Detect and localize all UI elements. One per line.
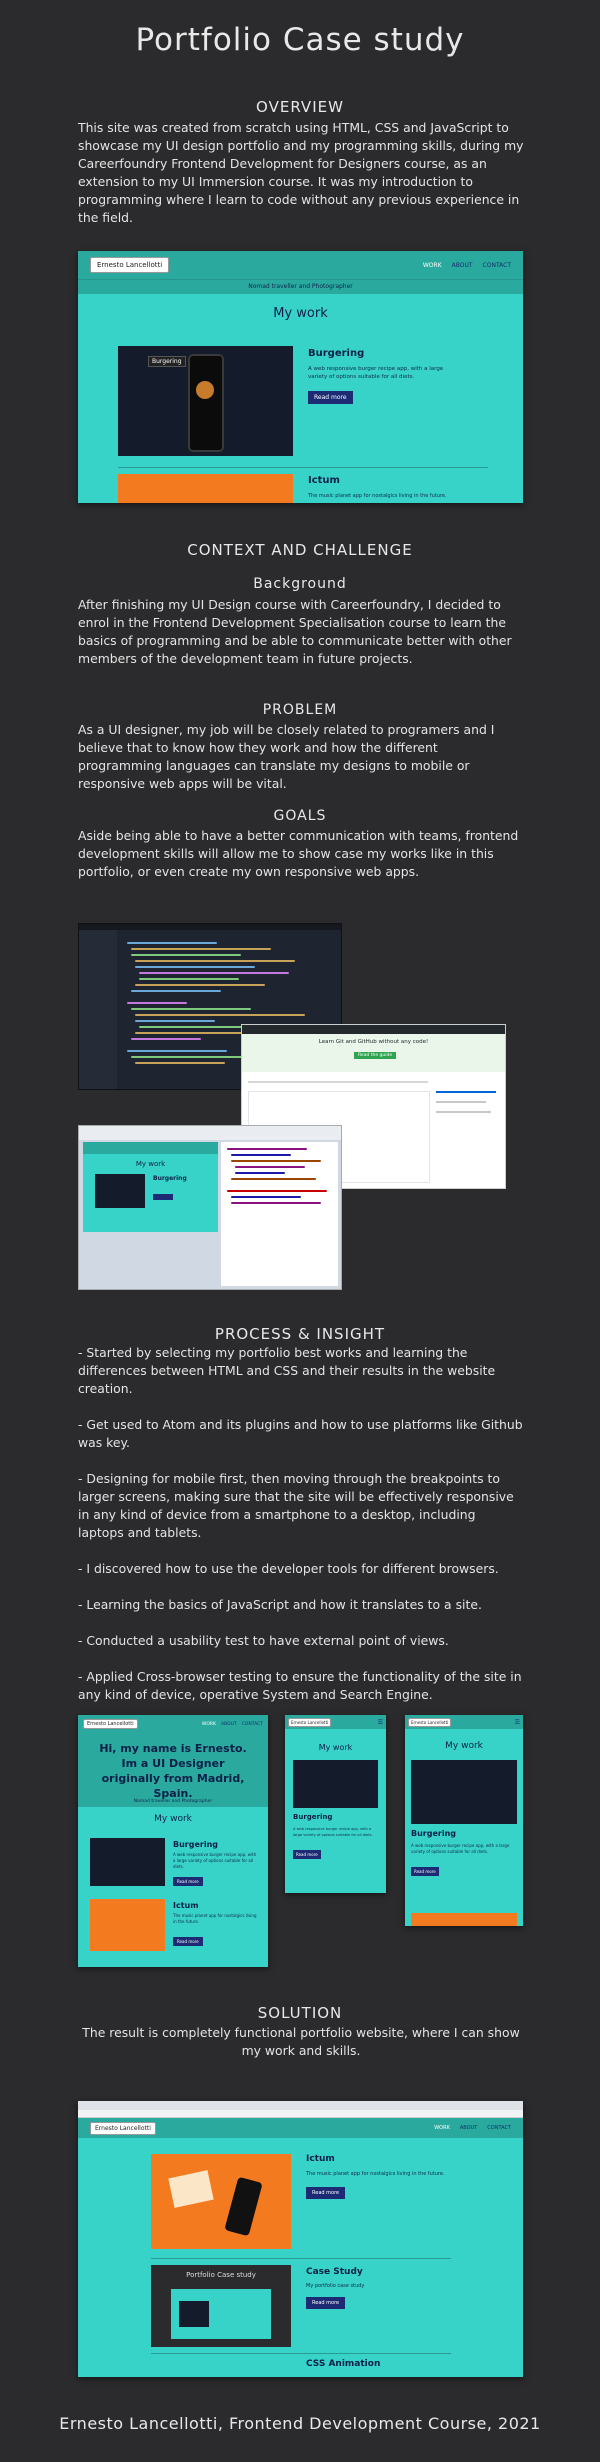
devtools-page-view: My work Burgering: [83, 1142, 218, 1232]
tablet-p2-title: Ictum: [173, 1901, 199, 1910]
preview-logo: Ernesto Lancellotti: [90, 257, 170, 273]
final-p3-title: CSS Animation: [306, 2359, 381, 2369]
preview-nav-work: WORK: [422, 261, 442, 269]
devtools-item-title: Burgering: [153, 1175, 187, 1182]
process-item: - Designing for mobile first, then movin…: [78, 1471, 514, 1540]
final-p2-title: Case Study: [306, 2267, 363, 2277]
page-footer: Ernesto Lancellotti, Frontend Developmen…: [59, 2414, 541, 2433]
devtools-section-title: My work: [135, 1160, 166, 1168]
mobile2-section-title: My work: [445, 1741, 483, 1751]
mobile2-read-more-button: Read more: [411, 1867, 439, 1876]
process-list: - Started by selecting my portfolio best…: [78, 1344, 524, 1722]
final-p1-title: Ictum: [306, 2154, 335, 2164]
process-item: - I discovered how to use the developer …: [78, 1561, 499, 1576]
mobile2-logo: Ernesto Lancellotti: [408, 1717, 452, 1727]
process-item: - Get used to Atom and its plugins and h…: [78, 1417, 523, 1450]
final-case-study-thumb: Portfolio Case study: [151, 2265, 291, 2347]
goals-text: Aside being able to have a better commun…: [78, 828, 519, 879]
mobile1-p1-desc: A web responsive burger recipe app, with…: [293, 1827, 373, 1837]
mobile1-read-more-button: Read more: [293, 1850, 321, 1859]
process-item: - Applied Cross-browser testing to ensur…: [78, 1669, 522, 1702]
tablet-section-title: My work: [154, 1814, 192, 1824]
preview-project2-desc: The music planet app for nostalgics livi…: [308, 493, 447, 499]
overview-heading: OVERVIEW: [256, 98, 344, 116]
final-logo: Ernesto Lancellotti: [90, 2121, 156, 2135]
preview-project2-title: Ictum: [308, 475, 340, 486]
preview-tagline: Nomad traveller and Photographer: [78, 279, 523, 294]
final-p1-desc: The music planet app for nostalgics livi…: [306, 2171, 445, 2177]
final-read-more-button-2: Read more: [306, 2297, 346, 2309]
mobile1-p1-title: Burgering: [293, 1813, 333, 1821]
preview-read-more-button: Read more: [308, 391, 353, 404]
tablet-p1-title: Burgering: [173, 1840, 218, 1849]
tablet-nav-contact: CONTACT: [241, 1721, 263, 1727]
preview-project2-image: [118, 474, 293, 503]
tablet-nav-work: WORK: [201, 1721, 216, 1727]
tablet-read-more-button-2: Read more: [173, 1937, 203, 1946]
mobile1-section-title: My work: [318, 1743, 353, 1752]
tablet-tagline: Nomad traveller and Photographer: [78, 1797, 268, 1807]
process-heading: PROCESS & INSIGHT: [214, 1325, 386, 1343]
final-p2-desc: My portfolio case study: [306, 2283, 365, 2289]
site-preview-screenshot: Ernesto Lancellotti WORK ABOUT CONTACT N…: [78, 251, 523, 503]
overview-text: This site was created from scratch using…: [78, 120, 524, 225]
tablet-nav-about: ABOUT: [220, 1721, 237, 1727]
preview-nav-contact: CONTACT: [482, 261, 511, 269]
mobile2-menu-icon: ☰: [514, 1718, 520, 1726]
problem-heading: PROBLEM: [262, 702, 338, 718]
preview-project1-title: Burgering: [308, 348, 365, 359]
tablet-screenshot: Ernesto Lancellotti WORK ABOUT CONTACT H…: [78, 1715, 268, 1967]
mobile-screenshot-2: Ernesto Lancellotti ☰ My work Burgering …: [405, 1715, 523, 1926]
solution-text: The result is completely functional port…: [82, 2025, 520, 2058]
preview-project1-desc: A web responsive burger recipe app, with…: [308, 366, 444, 380]
problem-text: As a UI designer, my job will be closely…: [78, 722, 495, 791]
preview-nav: WORK ABOUT CONTACT: [423, 262, 511, 269]
goals-heading: GOALS: [273, 808, 327, 824]
mobile2-p1-desc: A web responsive burger recipe app, with…: [411, 1843, 510, 1854]
mobile2-p1-title: Burgering: [411, 1829, 456, 1838]
final-nav-work: WORK: [434, 2125, 450, 2131]
tablet-p2-desc: The music planet app for nostalgics livi…: [173, 1913, 257, 1924]
final-nav-contact: CONTACT: [487, 2125, 511, 2131]
tablet-logo: Ernesto Lancellotti: [83, 1719, 138, 1729]
page-title: Portfolio Case study: [135, 22, 465, 58]
tablet-p1-desc: A web responsive burger recipe app, with…: [173, 1852, 257, 1869]
process-item: - Started by selecting my portfolio best…: [78, 1345, 496, 1396]
background-text: After finishing my UI Design course with…: [78, 597, 512, 666]
devtools-screenshot: My work Burgering: [78, 1125, 342, 1290]
preview-phone-label: Burgering: [148, 356, 186, 367]
context-heading: CONTEXT AND CHALLENGE: [187, 541, 413, 559]
process-item: - Conducted a usability test to have ext…: [78, 1633, 449, 1648]
background-heading: Background: [253, 576, 347, 592]
mobile1-logo: Ernesto Lancellotti: [288, 1717, 332, 1727]
final-thumb-title: Portfolio Case study: [186, 2271, 256, 2279]
solution-heading: SOLUTION: [257, 2004, 343, 2022]
final-ictum-image: [151, 2154, 291, 2249]
final-read-more-button-1: Read more: [306, 2187, 346, 2199]
mobile-screenshot-1: Ernesto Lancellotti ☰ My work Burgering …: [285, 1715, 386, 1893]
final-nav-about: ABOUT: [459, 2125, 478, 2131]
preview-project-image: Burgering: [118, 346, 293, 456]
github-guide-button: Read the guide: [354, 1052, 397, 1059]
preview-nav-about: ABOUT: [451, 261, 473, 269]
github-banner: Learn Git and GitHub without any code!: [318, 1039, 429, 1045]
tablet-read-more-button: Read more: [173, 1877, 203, 1886]
process-item: - Learning the basics of JavaScript and …: [78, 1597, 482, 1612]
preview-section-title: My work: [273, 306, 328, 321]
mobile1-menu-icon: ☰: [377, 1718, 383, 1726]
tablet-hero: Hi, my name is Ernesto. Im a UI Designer…: [78, 1733, 268, 1800]
final-site-screenshot: Ernesto Lancellotti WORK ABOUT CONTACT I…: [78, 2101, 523, 2377]
